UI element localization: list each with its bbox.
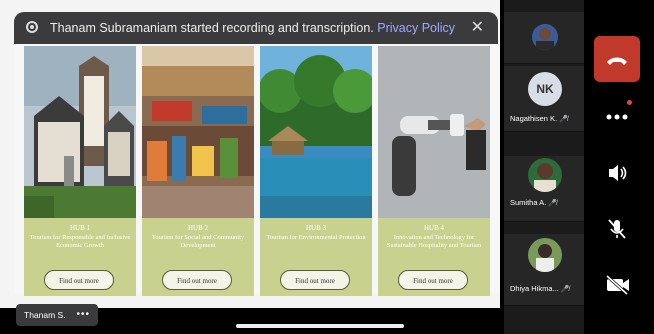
hub-1-number: HUB 1 bbox=[69, 224, 91, 232]
participant-name-text: Sumitha A. bbox=[510, 198, 547, 207]
more-button[interactable] bbox=[594, 94, 640, 140]
hub-1-image bbox=[24, 46, 136, 218]
mic-off-icon: 🎤̸ bbox=[559, 116, 568, 123]
avatar bbox=[528, 238, 562, 272]
presenter-more-icon[interactable]: ••• bbox=[76, 304, 90, 326]
hub-2-number: HUB 2 bbox=[187, 224, 209, 232]
hub-2-caption: HUB 2 Tourism for Social and Community D… bbox=[146, 224, 250, 250]
avatar bbox=[528, 158, 562, 192]
privacy-policy-link[interactable]: Privacy Policy bbox=[377, 21, 455, 35]
shared-web-page: HUB 1 Tourism for Responsible and Inclus… bbox=[14, 44, 500, 296]
video-button[interactable] bbox=[594, 262, 640, 308]
avatar bbox=[532, 24, 558, 50]
end-call-button[interactable] bbox=[594, 36, 640, 82]
speaker-button[interactable] bbox=[594, 150, 640, 196]
participant-tile-nagathisen[interactable]: NK Nagathisen K. 🎤̸ bbox=[504, 66, 584, 132]
recording-icon bbox=[26, 21, 38, 33]
hub-card-3: HUB 3 Tourism for Environmental Protecti… bbox=[260, 46, 372, 296]
call-controls bbox=[584, 0, 654, 334]
recording-message: Thanam Subramaniam started recording and… bbox=[50, 12, 455, 44]
hub-3-number: HUB 3 bbox=[305, 224, 327, 232]
participant-name-text: Nagathisen K. bbox=[510, 114, 558, 123]
hub-card-4: HUB 4 Innovation and Technology for Sust… bbox=[378, 46, 490, 296]
hub-3-caption: HUB 3 Tourism for Environmental Protecti… bbox=[264, 224, 368, 242]
hub-card-1: HUB 1 Tourism for Responsible and Inclus… bbox=[24, 46, 136, 296]
participant-name: Sumitha A. 🎤̸ bbox=[510, 198, 580, 207]
phone-end-icon bbox=[607, 57, 627, 65]
presenter-name: Thanam S. bbox=[24, 310, 66, 320]
hub-2-find-out-more-button[interactable]: Find out more bbox=[162, 270, 232, 290]
hub-3-image bbox=[260, 46, 372, 218]
notification-dot bbox=[627, 100, 632, 105]
mic-off-icon: 🎤̸ bbox=[560, 286, 570, 293]
hub-4-title: Innovation and Technology for Sustainabl… bbox=[386, 234, 482, 249]
hub-2-title: Tourism for Social and Community Develop… bbox=[151, 234, 245, 249]
more-icon bbox=[606, 114, 628, 120]
avatar-initials: NK bbox=[528, 72, 562, 106]
hub-2-image bbox=[142, 46, 254, 218]
presenter-name-pill[interactable]: Thanam S. ••• bbox=[16, 304, 98, 326]
video-off-icon bbox=[605, 274, 629, 296]
close-icon[interactable]: ✕ bbox=[471, 12, 484, 44]
participant-name: Nagathisen K. 🎤̸ bbox=[510, 114, 580, 123]
speaker-icon bbox=[609, 165, 627, 181]
participants-panel: NK Nagathisen K. 🎤̸ Sumitha A. 🎤̸ Dhiya Hi… bbox=[504, 0, 584, 334]
hub-4-image bbox=[378, 46, 490, 218]
participant-tile-1[interactable] bbox=[504, 12, 584, 64]
hub-3-find-out-more-button[interactable]: Find out more bbox=[280, 270, 350, 290]
hub-1-find-out-more-button[interactable]: Find out more bbox=[44, 270, 114, 290]
participant-name: Dhiya Hikma... 🎤̸ bbox=[510, 284, 580, 293]
participant-name-text: Dhiya Hikma... bbox=[510, 284, 559, 293]
mute-button[interactable] bbox=[594, 206, 640, 252]
mic-off-icon: 🎤̸ bbox=[548, 200, 557, 207]
hub-1-caption: HUB 1 Tourism for Responsible and Inclus… bbox=[28, 224, 132, 250]
hub-4-number: HUB 4 bbox=[423, 224, 445, 232]
hub-3-title: Tourism for Environmental Protection bbox=[266, 234, 366, 241]
hub-card-2: HUB 2 Tourism for Social and Community D… bbox=[142, 46, 254, 296]
home-indicator[interactable] bbox=[236, 324, 404, 328]
shared-screen: HUB 1 Tourism for Responsible and Inclus… bbox=[0, 0, 500, 334]
recording-message-text: Thanam Subramaniam started recording and… bbox=[50, 21, 374, 35]
mic-off-icon bbox=[608, 219, 626, 239]
hub-4-find-out-more-button[interactable]: Find out more bbox=[398, 270, 468, 290]
participant-tile-dhiya[interactable]: Dhiya Hikma... 🎤̸ bbox=[504, 234, 584, 306]
participant-tile-sumitha[interactable]: Sumitha A. 🎤̸ bbox=[504, 156, 584, 222]
hub-4-caption: HUB 4 Innovation and Technology for Sust… bbox=[382, 224, 486, 250]
hub-1-title: Tourism for Responsible and Inclusive Ec… bbox=[29, 234, 131, 249]
recording-banner: Thanam Subramaniam started recording and… bbox=[14, 12, 498, 44]
